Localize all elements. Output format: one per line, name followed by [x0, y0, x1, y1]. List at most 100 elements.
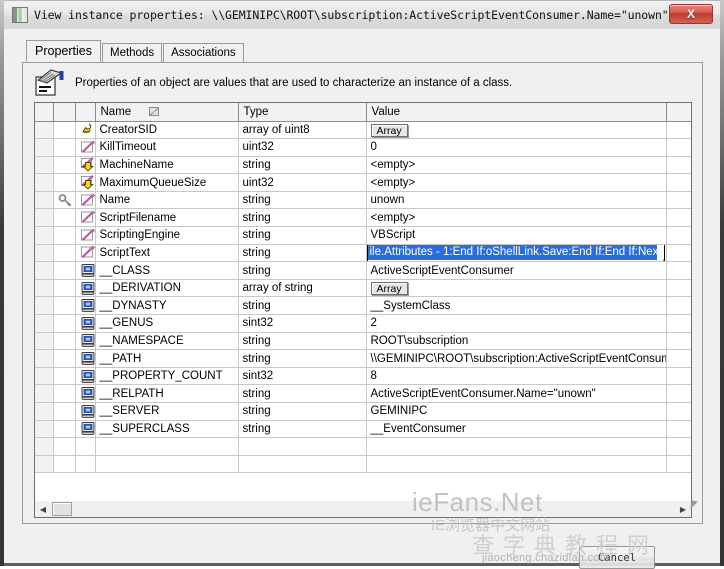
cell-property-value[interactable]: \\GEMINIPC\ROOT\subscription:ActiveScrip… — [366, 349, 667, 368]
cell-property-value[interactable]: 8 — [366, 367, 667, 386]
cell-property-name[interactable]: CreatorSID — [95, 121, 239, 140]
cell-property-type[interactable]: string — [238, 384, 367, 403]
cell-property-type[interactable]: string — [238, 191, 367, 210]
cell-property-name[interactable]: __SUPERCLASS — [95, 420, 239, 439]
cell-property-name[interactable]: __GENUS — [95, 314, 239, 333]
cell-property-type[interactable]: string — [238, 402, 367, 421]
cell-property-type[interactable]: string — [238, 349, 367, 368]
cell-property-type[interactable]: sint32 — [238, 367, 367, 386]
scroll-right-arrow-icon[interactable]: ▶ — [675, 502, 691, 517]
table-row[interactable]: ScriptingEngine string VBScript — [35, 226, 691, 245]
row-selector-cell[interactable] — [35, 244, 54, 263]
cell-property-value[interactable]: ROOT\subscription — [366, 332, 667, 351]
cell-property-type[interactable]: string — [238, 296, 367, 316]
row-selector-cell[interactable] — [35, 402, 54, 421]
row-selector-cell[interactable] — [35, 121, 54, 140]
scroll-left-arrow-icon[interactable]: ◀ — [35, 502, 51, 517]
cell-property-type[interactable]: string — [238, 208, 367, 228]
cell-property-name[interactable]: MachineName — [95, 156, 239, 175]
cell-property-name[interactable]: __PATH — [95, 349, 239, 368]
cell-property-value[interactable]: GEMINIPC — [366, 402, 667, 421]
cell-property-type[interactable]: uint32 — [238, 173, 367, 192]
row-selector-cell[interactable] — [35, 279, 54, 298]
row-selector-cell[interactable] — [35, 208, 54, 228]
table-row[interactable]: CreatorSID array of uint8 Array — [35, 121, 691, 140]
selected-value-text[interactable]: ile.Attributes - 1:End If:oShellLink.Sav… — [367, 244, 657, 260]
cell-property-value[interactable]: 0 — [366, 138, 667, 157]
cell-property-type[interactable] — [238, 437, 367, 456]
cell-property-type[interactable]: string — [238, 420, 367, 439]
cell-property-value[interactable]: <empty> — [366, 173, 667, 192]
row-selector-cell[interactable] — [35, 455, 54, 474]
grid-horizontal-scrollbar[interactable]: ◀ ▶ — [34, 501, 692, 518]
cell-property-name[interactable] — [95, 455, 239, 474]
cell-property-value[interactable]: Array — [366, 279, 667, 298]
cell-property-value[interactable]: ActiveScriptEventConsumer.Name="unown" — [366, 384, 667, 403]
table-row[interactable]: KillTimeout uint32 0 — [35, 138, 691, 157]
cell-property-name[interactable]: __NAMESPACE — [95, 332, 239, 351]
cell-property-name[interactable]: __DYNASTY — [95, 296, 239, 316]
cell-property-type[interactable]: uint32 — [238, 138, 367, 157]
cell-property-type[interactable]: string — [238, 156, 367, 175]
table-row[interactable]: MaximumQueueSize uint32 <empty> — [35, 173, 691, 192]
cell-property-type[interactable]: array of uint8 — [238, 121, 367, 140]
table-row[interactable]: __GENUS sint32 2 — [35, 314, 691, 333]
table-row[interactable]: __DYNASTY string __SystemClass — [35, 296, 691, 316]
column-header-name[interactable]: Name — [95, 103, 239, 122]
close-button[interactable]: X — [669, 4, 713, 24]
tab-properties[interactable]: Properties — [26, 40, 101, 62]
title-bar[interactable]: View instance properties: \\GEMINIPC\ROO… — [4, 1, 720, 29]
cell-property-value[interactable]: <empty> — [366, 156, 667, 175]
table-row[interactable] — [35, 437, 691, 456]
row-selector-cell[interactable] — [35, 296, 54, 316]
array-value-button[interactable]: Array — [370, 123, 408, 137]
cell-property-name[interactable]: __PROPERTY_COUNT — [95, 367, 239, 386]
cell-property-type[interactable]: string — [238, 261, 367, 280]
cell-property-value[interactable]: VBScript — [366, 226, 667, 245]
cell-property-name[interactable]: __SERVER — [95, 402, 239, 421]
table-row[interactable] — [35, 455, 691, 474]
tab-methods[interactable]: Methods — [101, 43, 163, 62]
table-row[interactable]: __RELPATH string ActiveScriptEventConsumer… — [35, 384, 691, 403]
cell-property-value[interactable] — [366, 455, 667, 474]
column-header-type[interactable]: Type — [238, 103, 367, 122]
cell-property-value[interactable]: <empty> — [366, 208, 667, 228]
table-row[interactable]: ScriptText string ile.Attributes - 1:End I… — [35, 244, 691, 263]
row-selector-cell[interactable] — [35, 261, 54, 280]
row-selector-cell[interactable] — [35, 226, 54, 245]
row-selector-cell[interactable] — [35, 332, 54, 351]
row-selector-cell[interactable] — [35, 314, 54, 333]
table-row[interactable]: ScriptFilename string <empty> — [35, 208, 691, 228]
properties-grid[interactable]: Name Type Value CreatorSID array of uint8… — [34, 102, 692, 514]
table-row[interactable]: __NAMESPACE string ROOT\subscription — [35, 332, 691, 351]
column-header-value[interactable]: Value — [366, 103, 667, 122]
cell-property-type[interactable]: sint32 — [238, 314, 367, 333]
cell-property-value[interactable]: __SystemClass — [366, 296, 667, 316]
cell-property-value[interactable]: unown — [366, 191, 667, 210]
row-selector-cell[interactable] — [35, 367, 54, 386]
row-selector-cell[interactable] — [35, 191, 54, 210]
table-row[interactable]: __DERIVATION array of string Array — [35, 279, 691, 298]
cell-property-name[interactable]: __DERIVATION — [95, 279, 239, 298]
array-value-button[interactable]: Array — [370, 282, 408, 296]
cell-property-name[interactable]: __CLASS — [95, 261, 239, 280]
table-row[interactable]: __PROPERTY_COUNT sint32 8 — [35, 367, 691, 386]
cell-property-value[interactable]: 2 — [366, 314, 667, 333]
table-row[interactable]: __SUPERCLASS string __EventConsumer — [35, 420, 691, 439]
scrollbar-thumb[interactable] — [52, 502, 72, 516]
cell-property-type[interactable]: string — [238, 226, 367, 245]
row-selector-cell[interactable] — [35, 437, 54, 456]
cell-property-type[interactable]: string — [238, 332, 367, 351]
row-selector-cell[interactable] — [35, 173, 54, 192]
table-row[interactable]: __CLASS string ActiveScriptEventConsumer — [35, 261, 691, 280]
table-row[interactable]: __SERVER string GEMINIPC — [35, 402, 691, 421]
row-selector-cell[interactable] — [35, 420, 54, 439]
cell-property-name[interactable]: MaximumQueueSize — [95, 173, 239, 192]
tab-associations[interactable]: Associations — [163, 43, 244, 62]
cell-property-name[interactable]: Name — [95, 191, 239, 210]
table-row[interactable]: MachineName string <empty> — [35, 156, 691, 175]
cell-property-value[interactable]: __EventConsumer — [366, 420, 667, 439]
row-selector-cell[interactable] — [35, 349, 54, 368]
table-row[interactable]: Name string unown — [35, 191, 691, 210]
cell-property-value[interactable]: Array — [366, 121, 667, 140]
